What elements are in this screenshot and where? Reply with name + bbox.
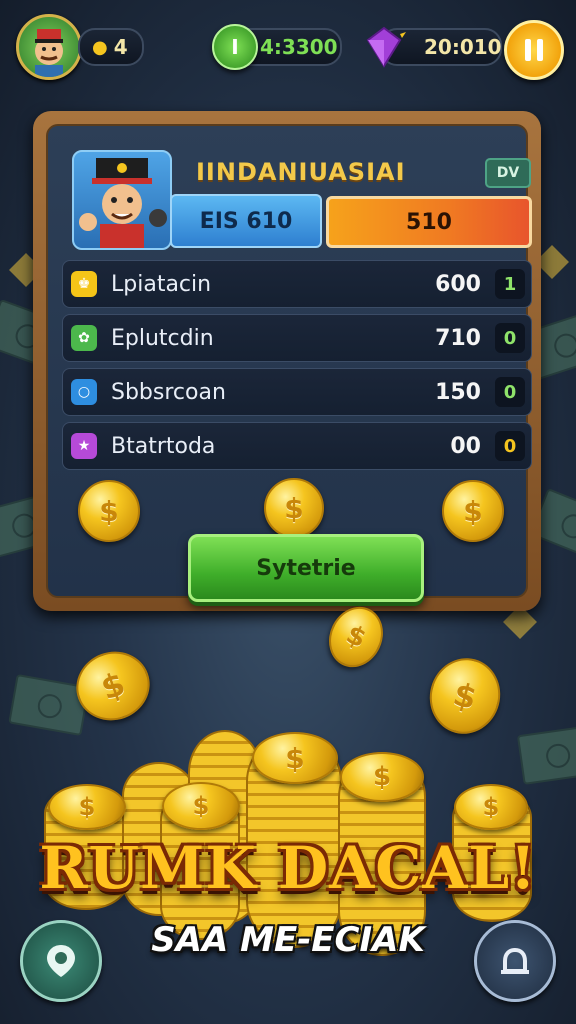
list-item[interactable]: ○ Sbbsrcoan 150 0	[62, 368, 532, 416]
row-value: 00	[450, 433, 481, 459]
pause-icon	[525, 39, 543, 61]
gem-icon	[360, 22, 408, 74]
money-bill-decoration	[516, 725, 576, 785]
player-avatar[interactable]	[16, 14, 82, 80]
coin-icon: $	[340, 752, 424, 802]
coin-icon: $	[442, 480, 504, 542]
crown-icon: ♚	[71, 271, 97, 297]
row-badge: 0	[495, 323, 525, 353]
row-label: Sbbsrcoan	[111, 379, 226, 405]
row-label: Lpiatacin	[111, 271, 212, 297]
row-badge: 0	[495, 431, 525, 461]
row-value: 150	[435, 379, 481, 405]
player-count-pill: ● 4	[78, 28, 144, 66]
row-badge: 0	[495, 377, 525, 407]
stat-bar-right: 510	[326, 196, 532, 248]
coin-icon: $	[78, 480, 140, 542]
row-label: Btatrtoda	[111, 433, 216, 459]
list-item[interactable]: ♚ Lpiatacin 600 1	[62, 260, 532, 308]
promo-headline: RUMK DACAL!	[39, 834, 537, 902]
coin-icon: $	[264, 478, 324, 538]
list-item[interactable]: ★ Btatrtoda 00 0	[62, 422, 532, 470]
star-icon: ★	[71, 433, 97, 459]
bell-icon	[501, 947, 529, 974]
drop-icon: ○	[71, 379, 97, 405]
leaf-icon: ✿	[71, 325, 97, 351]
panel-tag: DV	[485, 158, 531, 188]
player-count-value: 4	[113, 35, 128, 59]
reward-panel-inner: IINDANIUASIAI DV EIS 610 510 ♚ Lpiatacin…	[46, 124, 532, 602]
hero-portrait	[72, 150, 172, 250]
reward-panel: IINDANIUASIAI DV EIS 610 510 ♚ Lpiatacin…	[33, 111, 541, 611]
pause-button[interactable]	[504, 20, 564, 80]
panel-title: IINDANIUASIAI	[196, 158, 406, 186]
gems-value: 20:010	[424, 35, 502, 59]
cash-icon: I	[231, 35, 239, 59]
coin-icon: $	[162, 782, 240, 830]
coin-icon: $	[48, 784, 126, 830]
coin-icon: $	[421, 650, 509, 742]
row-value: 710	[435, 325, 481, 351]
coin-icon: $	[252, 732, 338, 784]
cash-value: 4:3300	[260, 35, 338, 59]
stat-bar-left: EIS 610	[170, 194, 322, 248]
claim-button[interactable]: Sytetrie	[188, 534, 424, 602]
row-label: Eplutcdin	[111, 325, 214, 351]
add-cash-button[interactable]: I	[212, 24, 258, 70]
coin-bag-icon: ●	[92, 36, 108, 58]
coin-icon: $	[454, 784, 528, 830]
map-pin-icon	[47, 945, 75, 977]
list-item[interactable]: ✿ Eplutcdin 710 0	[62, 314, 532, 362]
shop-button[interactable]	[474, 920, 556, 1002]
row-value: 600	[435, 271, 481, 297]
row-badge: 1	[495, 269, 525, 299]
map-button[interactable]	[20, 920, 102, 1002]
